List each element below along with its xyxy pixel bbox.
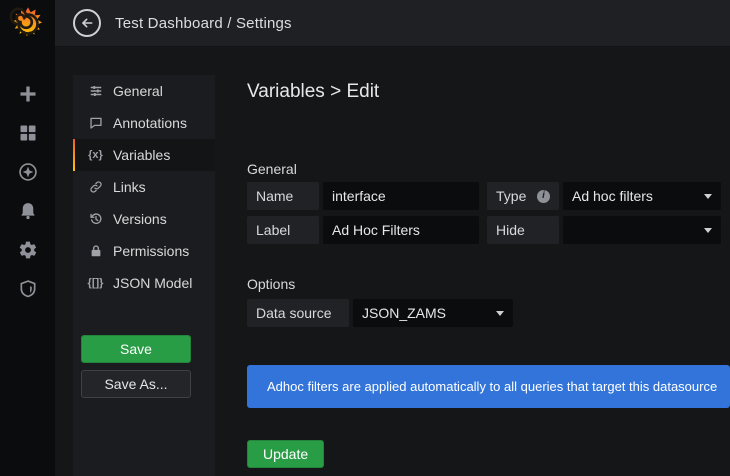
- history-icon: [87, 212, 104, 226]
- dashboards-icon[interactable]: [17, 122, 39, 144]
- link-icon: [87, 180, 104, 194]
- nav-item-label: JSON Model: [113, 275, 192, 291]
- hide-field-label: Hide: [487, 216, 559, 244]
- nav-item-label: Versions: [113, 211, 167, 227]
- nav-item-json-model[interactable]: {[]} JSON Model: [73, 267, 215, 299]
- datasource-form: Data source JSON_ZAMS: [247, 299, 513, 333]
- datasource-select[interactable]: JSON_ZAMS: [353, 299, 513, 327]
- save-as-button[interactable]: Save As...: [81, 370, 191, 398]
- datasource-field-label: Data source: [247, 299, 349, 327]
- variables-icon: {x}: [87, 149, 104, 161]
- back-button[interactable]: [73, 9, 101, 37]
- nav-item-label: Links: [113, 179, 146, 195]
- page-title: Test Dashboard / Settings: [115, 15, 292, 32]
- side-menu: [0, 0, 55, 476]
- nav-item-annotations[interactable]: Annotations: [73, 107, 215, 139]
- label-field-label: Label: [247, 216, 319, 244]
- configuration-icon[interactable]: [17, 239, 39, 261]
- sliders-icon: [87, 84, 104, 98]
- name-field-label: Name: [247, 182, 319, 210]
- name-input[interactable]: [323, 182, 479, 210]
- alerting-icon[interactable]: [17, 200, 39, 222]
- datasource-select-value: JSON_ZAMS: [362, 305, 496, 321]
- nav-item-general[interactable]: General: [73, 75, 215, 107]
- nav-item-label: Annotations: [113, 115, 187, 131]
- options-section-heading: Options: [247, 276, 295, 292]
- general-section-heading: General: [247, 161, 297, 177]
- update-button[interactable]: Update: [247, 440, 324, 468]
- dashboard-settings-header: Test Dashboard / Settings: [55, 0, 730, 47]
- adhoc-info-banner: Adhoc filters are applied automatically …: [247, 365, 730, 408]
- info-icon[interactable]: i: [537, 190, 550, 203]
- save-button[interactable]: Save: [81, 335, 191, 363]
- nav-item-label: Permissions: [113, 243, 189, 259]
- type-field-label: Type i: [487, 182, 559, 210]
- form-row-name-type: Name Type i Ad hoc filters: [247, 182, 722, 210]
- form-row-datasource: Data source JSON_ZAMS: [247, 299, 513, 327]
- label-input[interactable]: [323, 216, 479, 244]
- chevron-down-icon: [496, 311, 504, 316]
- settings-nav: General Annotations {x} Variables Links: [73, 75, 215, 476]
- comment-icon: [87, 116, 104, 130]
- variables-edit-heading: Variables > Edit: [247, 81, 379, 103]
- nav-item-links[interactable]: Links: [73, 171, 215, 203]
- nav-item-permissions[interactable]: Permissions: [73, 235, 215, 267]
- explore-icon[interactable]: [17, 161, 39, 183]
- lock-icon: [87, 244, 104, 258]
- form-row-label-hide: Label Hide: [247, 216, 722, 244]
- json-icon: {[]}: [87, 277, 104, 289]
- variable-editor: Variables > Edit General Name Type i Ad …: [247, 75, 730, 476]
- type-select-value: Ad hoc filters: [572, 188, 704, 204]
- add-icon[interactable]: [17, 83, 39, 105]
- grafana-logo-icon[interactable]: [9, 5, 47, 43]
- nav-item-label: General: [113, 83, 163, 99]
- hide-select[interactable]: [563, 216, 721, 244]
- type-label-text: Type: [496, 182, 526, 210]
- hide-label-text: Hide: [496, 216, 525, 244]
- server-admin-shield-icon[interactable]: [17, 278, 39, 300]
- chevron-down-icon: [704, 194, 712, 199]
- general-form: Name Type i Ad hoc filters Label Hide: [247, 182, 722, 250]
- nav-item-versions[interactable]: Versions: [73, 203, 215, 235]
- chevron-down-icon: [704, 228, 712, 233]
- nav-item-variables[interactable]: {x} Variables: [73, 139, 215, 171]
- type-select[interactable]: Ad hoc filters: [563, 182, 721, 210]
- nav-item-label: Variables: [113, 147, 170, 163]
